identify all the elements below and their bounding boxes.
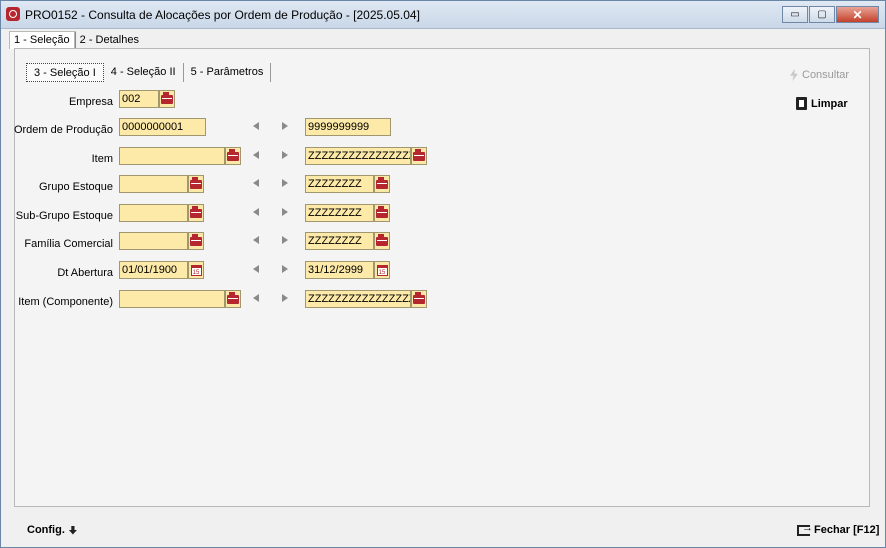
range-right-icon — [282, 208, 288, 216]
tab-detalhes[interactable]: 2 - Detalhes — [74, 31, 144, 49]
folder-icon — [190, 233, 202, 246]
range-left-icon — [253, 179, 259, 187]
footer-bar: Config. Fechar [F12] — [1, 514, 885, 547]
empresa-label: Empresa — [68, 96, 113, 108]
subgrupo-from-lookup-button[interactable] — [188, 204, 204, 222]
calendar-icon: 15 — [190, 264, 202, 276]
itemcomp-to-field[interactable]: ZZZZZZZZZZZZZZZZZZZZ — [305, 290, 411, 308]
limpar-label: Limpar — [811, 97, 848, 110]
folder-icon — [413, 291, 425, 304]
empresa-field[interactable]: 002 — [119, 90, 159, 108]
selection-panel: 3 - Seleção I 4 - Seleção II 5 - Parâmet… — [14, 48, 870, 507]
familia-to-lookup-button[interactable] — [374, 232, 390, 250]
folder-icon — [190, 205, 202, 218]
folder-icon — [161, 91, 173, 104]
itemcomp-from-field[interactable] — [119, 290, 225, 308]
grupo-from-field[interactable] — [119, 175, 188, 193]
grupo-to-field[interactable]: ZZZZZZZZ — [305, 175, 374, 193]
subgrupo-to-lookup-button[interactable] — [374, 204, 390, 222]
item-to-lookup-button[interactable] — [411, 147, 427, 165]
main-window: PRO0152 - Consulta de Alocações por Orde… — [0, 0, 886, 548]
title-bar: PRO0152 - Consulta de Alocações por Orde… — [1, 1, 885, 29]
folder-icon — [376, 233, 388, 246]
familia-from-field[interactable] — [119, 232, 188, 250]
dtabertura-to-calendar-button[interactable]: 15 — [374, 261, 390, 279]
item-to-field[interactable]: ZZZZZZZZZZZZZZZZZZZZ — [305, 147, 411, 165]
range-left-icon — [253, 208, 259, 216]
tab-parametros[interactable]: 5 - Parâmetros — [184, 63, 272, 82]
clipboard-icon — [796, 97, 807, 110]
range-right-icon — [282, 122, 288, 130]
arrow-down-icon — [68, 525, 77, 535]
range-left-icon — [253, 294, 259, 302]
range-left-icon — [253, 122, 259, 130]
folder-icon — [227, 291, 239, 304]
range-left-icon — [253, 151, 259, 159]
calendar-icon: 15 — [376, 264, 388, 276]
fechar-label: Fechar [F12] — [814, 524, 880, 536]
itemcomp-to-lookup-button[interactable] — [411, 290, 427, 308]
ordem-label: Ordem de Produção — [13, 124, 113, 136]
folder-icon — [413, 148, 425, 161]
grupo-to-lookup-button[interactable] — [374, 175, 390, 193]
folder-icon — [227, 148, 239, 161]
exit-icon — [797, 522, 813, 536]
folder-icon — [376, 205, 388, 218]
tab-selecao-ii[interactable]: 4 - Seleção II — [104, 63, 184, 82]
config-label: Config. — [27, 524, 65, 536]
minimize-button[interactable]: ▭ — [782, 6, 808, 23]
grupo-label: Grupo Estoque — [39, 181, 113, 193]
dtabertura-from-field[interactable]: 01/01/1900 — [119, 261, 188, 279]
grupo-from-lookup-button[interactable] — [188, 175, 204, 193]
range-left-icon — [253, 236, 259, 244]
range-left-icon — [253, 265, 259, 273]
range-right-icon — [282, 236, 288, 244]
window-title: PRO0152 - Consulta de Alocações por Orde… — [25, 8, 420, 22]
folder-icon — [190, 176, 202, 189]
lightning-icon — [790, 69, 798, 81]
familia-label: Família Comercial — [24, 238, 113, 250]
range-right-icon — [282, 265, 288, 273]
dtabertura-to-field[interactable]: 31/12/2999 — [305, 261, 374, 279]
subgrupo-to-field[interactable]: ZZZZZZZZ — [305, 204, 374, 222]
ordem-to-field[interactable]: 9999999999 — [305, 118, 391, 136]
consultar-button[interactable]: Consultar — [790, 69, 849, 81]
subgrupo-from-field[interactable] — [119, 204, 188, 222]
consultar-label: Consultar — [802, 69, 850, 81]
maximize-button[interactable]: ▢ — [809, 6, 835, 23]
subgrupo-label: Sub-Grupo Estoque — [15, 210, 113, 222]
item-from-field[interactable] — [119, 147, 225, 165]
close-button[interactable]: ✕ — [836, 6, 879, 23]
ordem-from-field[interactable]: 0000000001 — [119, 118, 206, 136]
dtabertura-from-calendar-button[interactable]: 15 — [188, 261, 204, 279]
itemcomp-label: Item (Componente) — [18, 296, 113, 308]
fechar-button[interactable]: Fechar [F12] — [797, 522, 880, 536]
familia-from-lookup-button[interactable] — [188, 232, 204, 250]
folder-icon — [376, 176, 388, 189]
config-button[interactable]: Config. — [27, 524, 77, 536]
tab-selecao[interactable]: 1 - Seleção — [9, 31, 75, 49]
familia-to-field[interactable]: ZZZZZZZZ — [305, 232, 374, 250]
empresa-lookup-button[interactable] — [159, 90, 175, 108]
limpar-button[interactable]: Limpar — [796, 97, 848, 110]
range-right-icon — [282, 151, 288, 159]
range-right-icon — [282, 294, 288, 302]
tab-selecao-i[interactable]: 3 - Seleção I — [26, 63, 104, 82]
dtabertura-label: Dt Abertura — [57, 267, 113, 279]
itemcomp-from-lookup-button[interactable] — [225, 290, 241, 308]
item-from-lookup-button[interactable] — [225, 147, 241, 165]
range-right-icon — [282, 179, 288, 187]
app-icon — [6, 7, 20, 21]
item-label: Item — [91, 153, 113, 165]
